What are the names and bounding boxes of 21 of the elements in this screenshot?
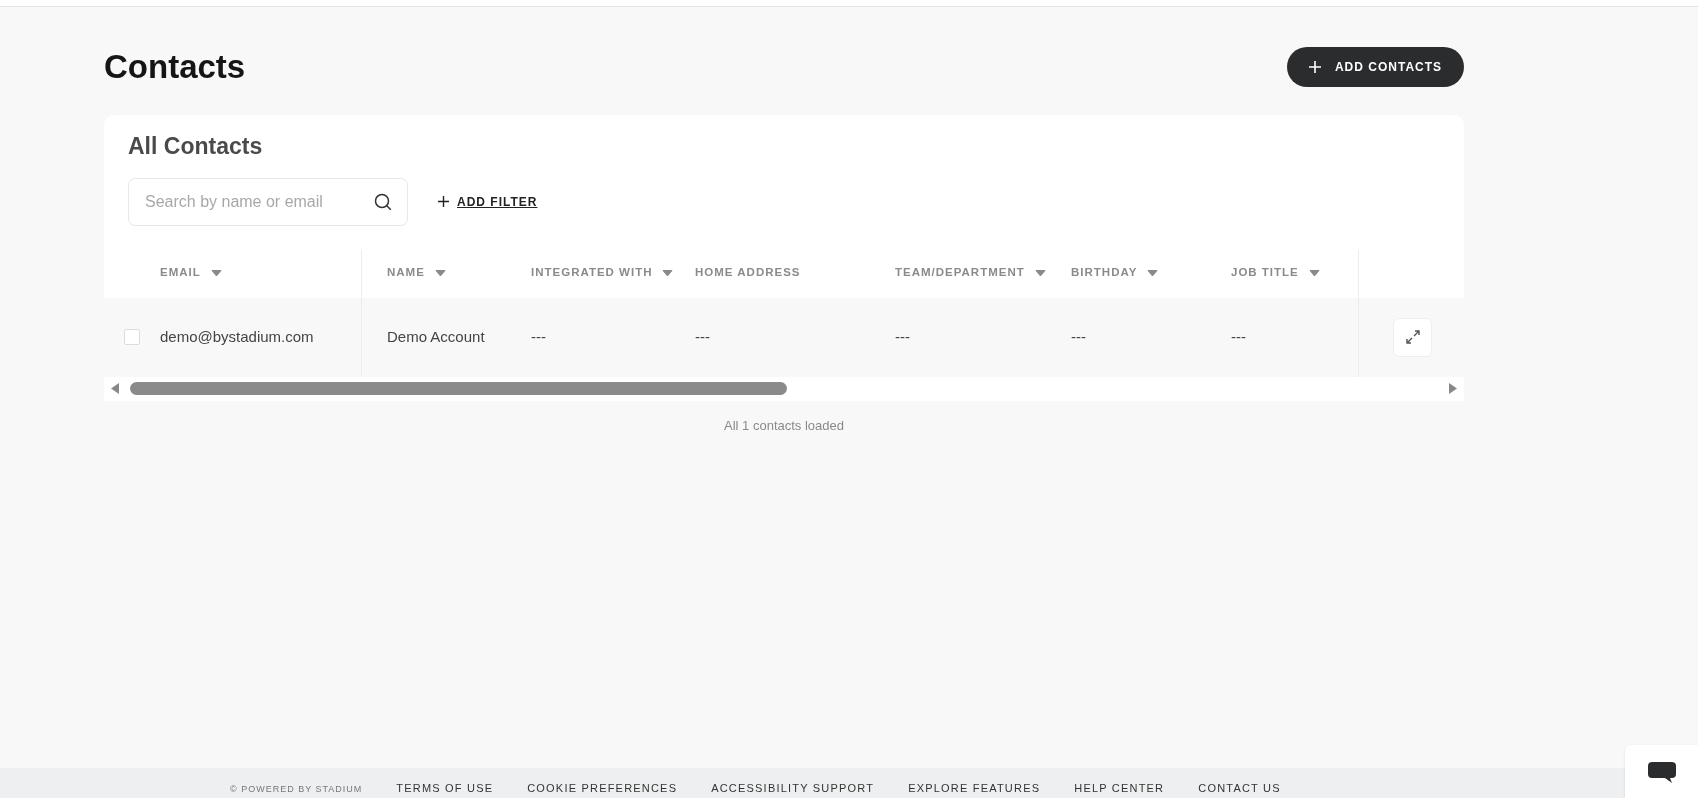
footer-link[interactable]: EXPLORE FEATURES: [908, 782, 1041, 795]
table-cell-text: ---: [695, 326, 710, 347]
search-field[interactable]: Search by name or email: [128, 177, 408, 226]
table-cell-text: ---: [895, 326, 910, 347]
footer-link[interactable]: ACCESSIBILITY SUPPORT: [711, 782, 875, 795]
page-title: Contacts: [104, 47, 246, 88]
powered-by-text: © POWERED BY STADIUM: [230, 783, 363, 796]
table-cell-text: ---: [1231, 326, 1246, 347]
footer-link[interactable]: HELP CENTER: [1074, 782, 1165, 795]
table-cell-text: Demo Account: [387, 326, 485, 347]
table-cell-text: ---: [531, 326, 546, 347]
add-filter-link[interactable]: ADD FILTER: [438, 192, 538, 211]
footer-link[interactable]: CONTACT US: [1198, 782, 1281, 795]
table-cell-text: demo@bystadium.com: [160, 326, 314, 347]
card-title: All Contacts: [128, 132, 264, 161]
add-contacts-button[interactable]: ADD CONTACTS: [1287, 47, 1464, 87]
footer-link[interactable]: TERMS OF USE: [396, 782, 494, 795]
footer-link[interactable]: COOKIE PREFERENCES: [527, 782, 678, 795]
column-header[interactable]: JOB TITLE: [1231, 248, 1320, 298]
status-text: All 1 contacts loaded: [723, 416, 845, 435]
table-cell-text: ---: [1071, 326, 1086, 347]
